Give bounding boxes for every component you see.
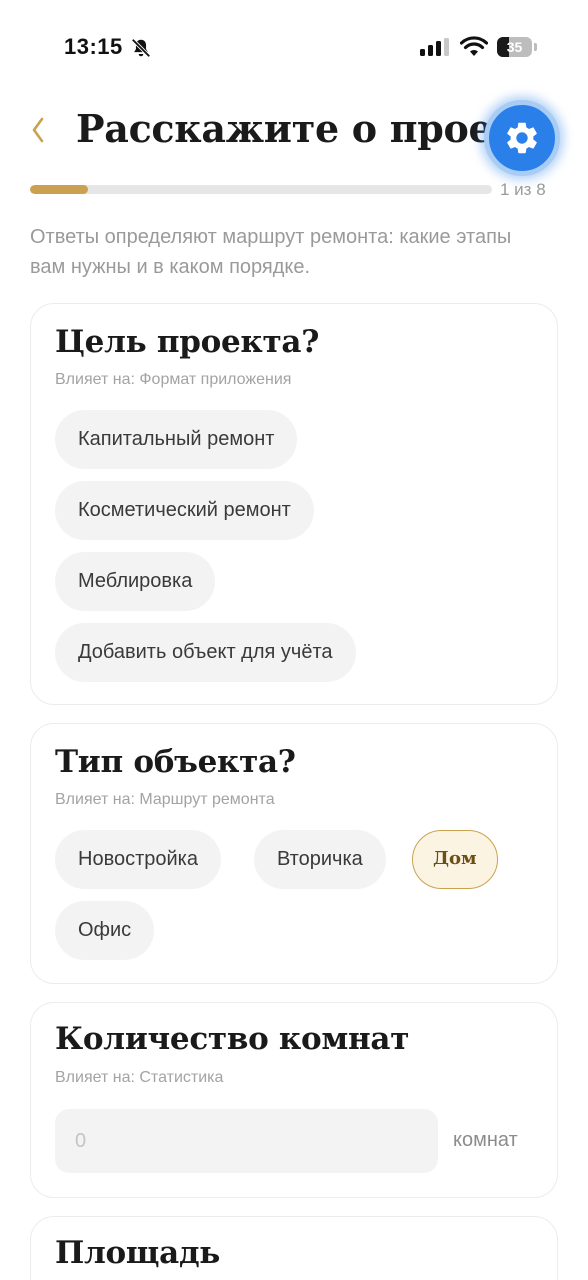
question-card-rooms: Количество комнат Влияет на: Статистика … — [30, 1002, 558, 1198]
question-title: Площадь — [55, 1235, 221, 1271]
option-chip-resale[interactable]: Вторичка — [254, 830, 386, 889]
option-chip-new-build[interactable]: Новостройка — [55, 830, 221, 889]
settings-button[interactable] — [484, 100, 560, 176]
option-chip-cosmetic-renovation[interactable]: Косметический ремонт — [55, 481, 314, 540]
question-card-object-type: Тип объекта? Влияет на: Маршрут ремонта … — [30, 723, 558, 984]
option-chip-furnishing[interactable]: Меблировка — [55, 552, 216, 611]
rooms-unit-label: комнат — [453, 1129, 518, 1151]
question-card-area: Площадь — [30, 1216, 558, 1280]
wifi-icon — [459, 36, 489, 58]
battery-icon: 35 — [497, 37, 537, 57]
question-affects: Влияет на: Статистика — [55, 1069, 224, 1086]
progress-fill — [30, 185, 88, 194]
option-chip-office[interactable]: Офис — [55, 901, 155, 960]
question-title: Цель проекта? — [55, 324, 320, 360]
question-affects: Влияет на: Формат приложения — [55, 371, 292, 388]
progress-bar — [30, 185, 492, 194]
option-chip-add-object[interactable]: Добавить объект для учёта — [55, 623, 356, 682]
back-button[interactable] — [24, 112, 54, 148]
intro-text: Ответы определяют маршрут ремонта: какие… — [30, 226, 512, 278]
chevron-left-icon — [32, 117, 44, 143]
gear-icon — [507, 122, 537, 154]
bell-slash-icon — [130, 37, 152, 59]
progress-label: 1 из 8 — [500, 180, 546, 199]
question-title: Тип объекта? — [55, 744, 296, 780]
question-card-goal: Цель проекта? Влияет на: Формат приложен… — [30, 303, 558, 705]
question-affects: Влияет на: Маршрут ремонта — [55, 791, 275, 808]
status-bar: 13:15 35 — [0, 0, 588, 96]
rooms-count-input[interactable] — [55, 1109, 438, 1173]
battery-level: 35 — [506, 39, 523, 55]
page-title: Расскажите о проекте — [76, 106, 494, 151]
status-time: 13:15 — [64, 34, 123, 59]
cellular-signal-icon — [420, 38, 450, 56]
question-title: Количество комнат — [55, 1021, 410, 1057]
option-chip-house-selected[interactable]: Дом — [412, 830, 498, 889]
option-chip-capital-renovation[interactable]: Капитальный ремонт — [55, 410, 298, 469]
